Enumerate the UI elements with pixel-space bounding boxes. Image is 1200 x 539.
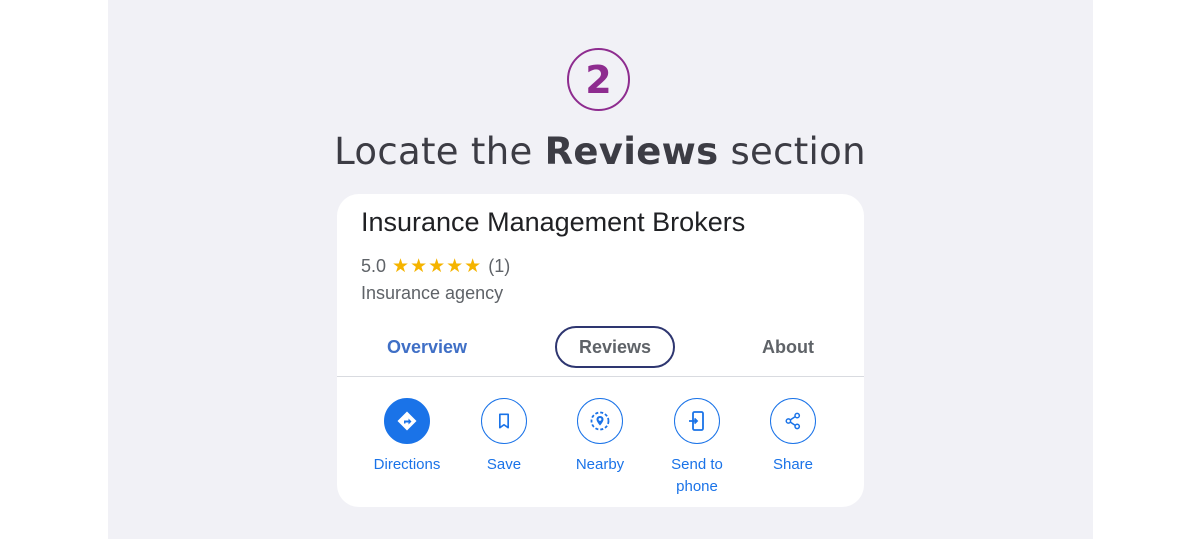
nearby-label: Nearby [575, 456, 625, 473]
send-to-phone-label: Send to phone [671, 454, 723, 498]
review-count[interactable]: (1) [488, 256, 510, 277]
tab-about[interactable]: About [732, 326, 844, 368]
business-card: Insurance Management Brokers 5.0 ★★★★★ (… [337, 194, 864, 507]
rating-row: 5.0 ★★★★★ (1) [361, 255, 510, 277]
save-button[interactable]: Save [459, 398, 549, 476]
instruction-headline: Locate the Reviews section [0, 130, 1200, 173]
share-label: Share [772, 456, 814, 473]
directions-icon[interactable] [384, 398, 430, 444]
send-to-phone-label-line2: phone [676, 478, 718, 495]
headline-prefix: Locate the [334, 130, 545, 173]
share-icon[interactable] [770, 398, 816, 444]
headline-suffix: section [718, 130, 866, 173]
bookmark-icon[interactable] [481, 398, 527, 444]
tab-overview[interactable]: Overview [365, 326, 489, 368]
business-name: Insurance Management Brokers [361, 207, 746, 237]
headline-bold: Reviews [544, 130, 719, 173]
tab-reviews[interactable]: Reviews [555, 326, 675, 368]
send-to-phone-button[interactable]: Send to phone [652, 398, 742, 498]
send-to-phone-icon[interactable] [674, 398, 720, 444]
tab-divider [337, 376, 864, 377]
directions-label: Directions [373, 456, 441, 473]
nearby-button[interactable]: Nearby [555, 398, 645, 476]
business-category: Insurance agency [361, 283, 504, 303]
directions-button[interactable]: Directions [362, 398, 452, 476]
rating-value: 5.0 [361, 255, 387, 276]
step-number-badge: 2 [567, 48, 630, 111]
send-to-phone-label-line1: Send to [671, 456, 723, 473]
save-label: Save [486, 456, 522, 473]
nearby-icon[interactable] [577, 398, 623, 444]
star-rating-icon: ★★★★★ [392, 255, 483, 277]
share-button[interactable]: Share [748, 398, 838, 476]
